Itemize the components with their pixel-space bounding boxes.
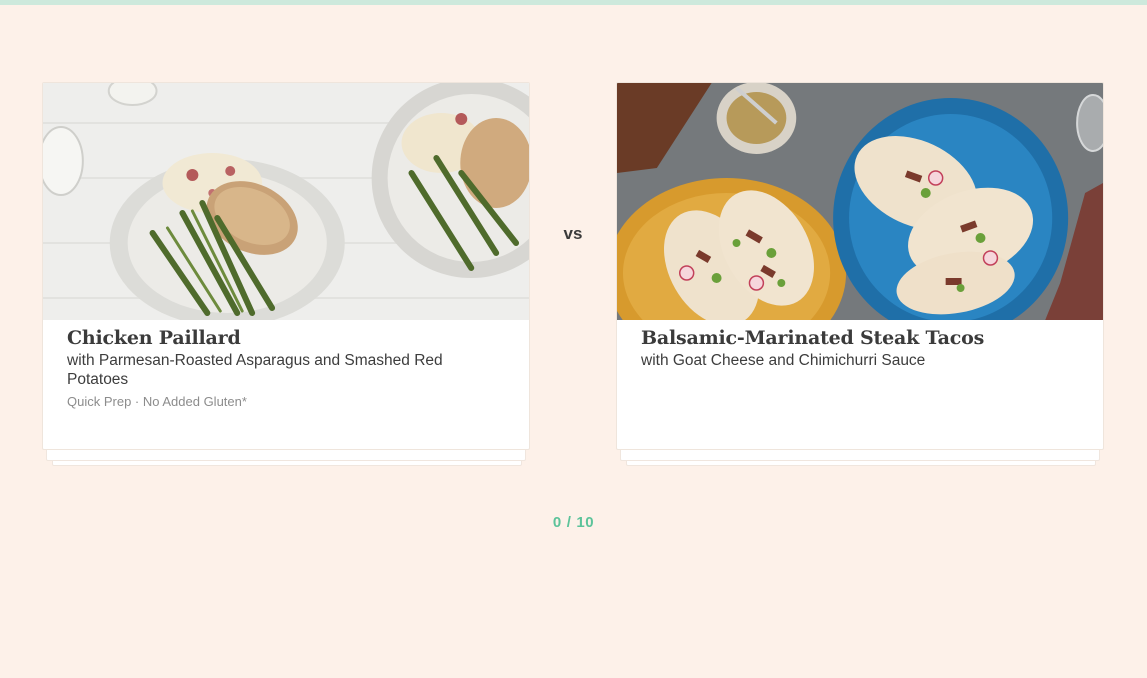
recipe-title: Chicken Paillard: [67, 327, 241, 349]
versus-label: vs: [563, 224, 583, 243]
recipe-subtitle: with Parmesan-Roasted Asparagus and Smas…: [67, 352, 443, 388]
chicken-paillard-photo: [43, 83, 529, 320]
progress-counter: 0/10: [0, 514, 1147, 531]
recipe-title: Balsamic-Marinated Steak Tacos: [641, 327, 985, 349]
progress-current: 0: [552, 514, 562, 531]
recipe-card-right[interactable]: Balsamic-Marinated Steak Tacos with Goat…: [616, 82, 1104, 450]
recipe-subtitle: with Goat Cheese and Chimichurri Sauce: [641, 352, 926, 369]
top-accent-bar: [0, 0, 1147, 5]
recipe-card-left[interactable]: Chicken Paillard with Parmesan-Roasted A…: [42, 82, 530, 450]
progress-total: 10: [576, 514, 595, 531]
progress-separator: /: [566, 514, 572, 531]
recipe-tags: Quick Prep · No Added Gluten*: [67, 394, 247, 409]
recipe-option-right-stack: Balsamic-Marinated Steak Tacos with Goat…: [616, 82, 1104, 466]
recipe-option-left-stack: Chicken Paillard with Parmesan-Roasted A…: [42, 82, 530, 466]
steak-tacos-photo: [617, 83, 1103, 320]
